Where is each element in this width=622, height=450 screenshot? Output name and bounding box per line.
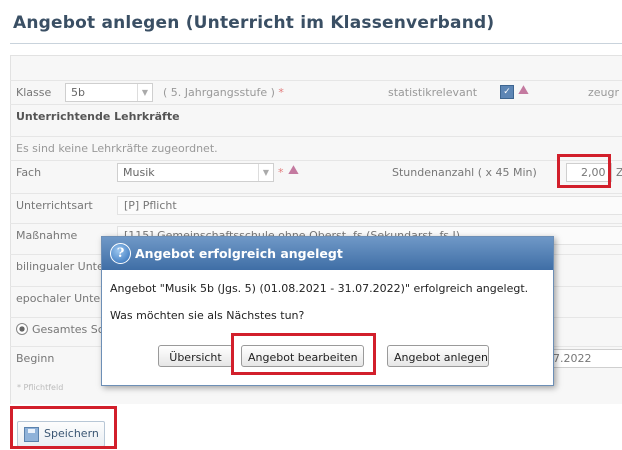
klasse-select[interactable]: 5b ▼ [65, 83, 153, 102]
highlight-edit-button [231, 333, 376, 375]
pflichtfeld-note: * Pflichtfeld [17, 383, 64, 392]
fach-select[interactable]: Musik ▼ [117, 163, 274, 182]
fach-label: Fach [16, 166, 42, 179]
statistik-label: statistikrelevant [388, 86, 478, 99]
klasse-label: Klasse [16, 86, 52, 99]
page-title: Angebot anlegen (Unterricht im Klassenve… [13, 13, 495, 33]
statistik-checkbox[interactable]: ✓ [500, 85, 514, 99]
unterrichtsart-field[interactable]: [P] Pflicht [117, 196, 622, 215]
title-divider [10, 43, 622, 44]
zeugnis-label-cut: zeugr [588, 86, 620, 99]
fach-value: Musik [123, 166, 155, 179]
lehrkraefte-heading: Unterrichtende Lehrkräfte [16, 110, 180, 123]
dialog-question: Was möchten sie als Nächstes tun? [110, 309, 305, 322]
lehrkraefte-heading-row: Unterrichtende Lehrkräfte [10, 104, 622, 127]
question-icon: ? [110, 243, 131, 264]
unterrichtsart-row: Unterrichtsart [P] Pflicht [10, 193, 622, 216]
dialog-title: Angebot erfolgreich angelegt [135, 246, 343, 261]
lehrkraefte-empty-row: Es sind keine Lehrkräfte zugeordnet. [10, 136, 622, 159]
gesamt-radio[interactable] [16, 322, 28, 335]
beginn-label: Beginn [16, 352, 55, 365]
stunden-label: Stundenanzahl ( x 45 Min) [392, 166, 537, 179]
overview-button[interactable]: Übersicht [158, 345, 233, 367]
chevron-down-icon: ▼ [258, 164, 273, 181]
massnahme-label: Maßnahme [16, 229, 78, 242]
fach-required-mark: * [278, 166, 284, 179]
unterrichtsart-label: Unterrichtsart [16, 199, 93, 212]
klasse-hint: ( 5. Jahrgangsstufe ) * [163, 86, 284, 99]
fach-row: Fach Musik ▼ * ⛰ Stundenanzahl ( x 45 Mi… [10, 160, 622, 183]
create-offer-button[interactable]: Angebot anlegen [387, 345, 489, 367]
checkbox-checked-icon: ✓ [500, 85, 514, 99]
highlight-stunden [557, 154, 611, 188]
chart-icon[interactable]: ⛰ [288, 163, 299, 178]
highlight-save-button [10, 406, 117, 449]
lehrkraefte-empty-text: Es sind keine Lehrkräfte zugeordnet. [16, 142, 218, 155]
stunden-suffix-cut: Z [616, 166, 622, 179]
radio-selected-icon [16, 323, 28, 335]
klasse-value: 5b [71, 86, 85, 99]
chevron-down-icon: ▼ [137, 84, 152, 101]
klasse-row: Klasse 5b ▼ ( 5. Jahrgangsstufe ) * stat… [10, 80, 622, 103]
chart-icon[interactable]: ⛰ [518, 83, 529, 98]
ende-date-value: 7.2022 [553, 352, 592, 365]
dialog-message: Angebot "Musik 5b (Jgs. 5) (01.08.2021 -… [110, 282, 529, 295]
unterrichtsart-value: [P] Pflicht [124, 199, 177, 212]
dialog-header: ? Angebot erfolgreich angelegt [102, 237, 553, 270]
